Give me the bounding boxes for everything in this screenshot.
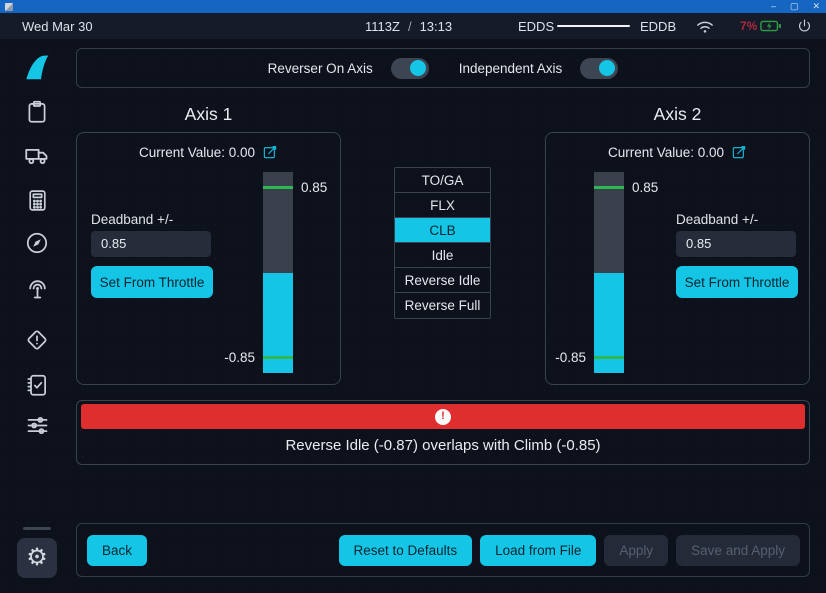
detent-toga[interactable]: TO/GA: [395, 168, 490, 193]
status-bar: Wed Mar 30 1113Z / 13:13 EDDS EDDB 7%: [0, 13, 826, 39]
power-icon[interactable]: [796, 13, 813, 39]
axis1-slider[interactable]: 0.85 -0.85: [263, 172, 293, 373]
wifi-icon: [694, 13, 716, 39]
toggle-knob: [410, 60, 426, 76]
axis1-current-value: Current Value: 0.00: [139, 145, 255, 160]
error-header: !: [81, 404, 805, 429]
battery-charging-icon: [760, 13, 782, 39]
detent-clb[interactable]: CLB: [395, 218, 490, 243]
time-separator: /: [408, 19, 412, 34]
marker-low-label: -0.85: [224, 350, 255, 365]
axis2-deadband-label: Deadband +/-: [676, 212, 758, 227]
marker-high[interactable]: 0.85: [594, 186, 624, 189]
axis2-current-value: Current Value: 0.00: [608, 145, 724, 160]
transmitter-icon[interactable]: [17, 268, 57, 308]
calculator-icon[interactable]: [17, 180, 57, 220]
independent-axis-toggle[interactable]: [580, 58, 618, 79]
error-message: Reverse Idle (-0.87) overlaps with Climb…: [77, 437, 809, 454]
error-banner: ! Reverse Idle (-0.87) overlaps with Cli…: [76, 400, 810, 465]
status-date: Wed Mar 30: [22, 13, 93, 39]
flight-progress-line: [557, 25, 630, 27]
sidebar-divider: [23, 527, 51, 530]
axis1-deadband-input[interactable]: 0.85: [91, 231, 211, 257]
gear-icon: ⚙: [26, 546, 48, 570]
airline-logo-icon[interactable]: [17, 48, 57, 88]
detent-flx[interactable]: FLX: [395, 193, 490, 218]
axis2-set-from-throttle-button[interactable]: Set From Throttle: [676, 266, 798, 298]
window-titlebar: – ▢ ✕: [0, 0, 826, 13]
load-from-file-button[interactable]: Load from File: [480, 535, 596, 566]
axis-options-bar: Reverser On Axis Independent Axis: [76, 48, 810, 88]
axis2-deadband-input[interactable]: 0.85: [676, 231, 796, 257]
edit-icon[interactable]: [731, 144, 747, 160]
edit-icon[interactable]: [262, 144, 278, 160]
window-maximize-button[interactable]: ▢: [790, 0, 799, 13]
checklist-icon[interactable]: [17, 365, 57, 405]
tuning-sliders-icon[interactable]: [17, 405, 57, 445]
zulu-time: 1113Z: [365, 19, 400, 34]
marker-low[interactable]: -0.85: [594, 356, 624, 359]
back-button[interactable]: Back: [87, 535, 147, 566]
detent-idle[interactable]: Idle: [395, 243, 490, 268]
marker-high[interactable]: 0.85: [263, 186, 293, 189]
reset-to-defaults-button[interactable]: Reset to Defaults: [339, 535, 473, 566]
battery-percent: 7%: [740, 13, 757, 39]
detent-reverse-idle[interactable]: Reverse Idle: [395, 268, 490, 293]
save-and-apply-button[interactable]: Save and Apply: [676, 535, 800, 566]
window-minimize-button[interactable]: –: [771, 0, 776, 13]
footer-bar: Back Reset to Defaults Load from File Ap…: [76, 523, 810, 577]
detent-list: TO/GA FLX CLB Idle Reverse Idle Reverse …: [394, 167, 491, 319]
app-window: – ▢ ✕ Wed Mar 30 1113Z / 13:13 EDDS EDDB…: [0, 0, 826, 593]
detent-reverse-full[interactable]: Reverse Full: [395, 293, 490, 318]
warning-diamond-icon[interactable]: [17, 320, 57, 360]
departure-airport: EDDS: [518, 13, 554, 39]
axis2-title: Axis 2: [545, 104, 810, 125]
settings-gear-button[interactable]: ⚙: [17, 538, 57, 578]
window-close-button[interactable]: ✕: [812, 0, 820, 13]
compass-icon[interactable]: [17, 223, 57, 263]
axis1-set-from-throttle-button[interactable]: Set From Throttle: [91, 266, 213, 298]
local-time: 13:13: [420, 19, 453, 34]
app-icon: [5, 3, 13, 11]
marker-high-label: 0.85: [301, 180, 327, 195]
axis1-title: Axis 1: [76, 104, 341, 125]
clipboard-icon[interactable]: [17, 92, 57, 132]
marker-high-label: 0.85: [632, 180, 658, 195]
marker-low[interactable]: -0.85: [263, 356, 293, 359]
apply-button[interactable]: Apply: [604, 535, 668, 566]
error-icon: !: [435, 409, 451, 425]
axis2-panel: Current Value: 0.00 0.85 -0.85 Deadband …: [545, 132, 810, 385]
ground-vehicle-icon[interactable]: [17, 135, 57, 175]
independent-axis-label: Independent Axis: [459, 61, 563, 76]
arrival-airport: EDDB: [640, 13, 676, 39]
axis1-panel: Current Value: 0.00 0.85 -0.85 Deadband …: [76, 132, 341, 385]
axis2-slider[interactable]: 0.85 -0.85: [594, 172, 624, 373]
reverser-on-axis-label: Reverser On Axis: [268, 61, 373, 76]
axis1-deadband-label: Deadband +/-: [91, 212, 173, 227]
toggle-knob: [599, 60, 615, 76]
reverser-on-axis-toggle[interactable]: [391, 58, 429, 79]
marker-low-label: -0.85: [555, 350, 586, 365]
